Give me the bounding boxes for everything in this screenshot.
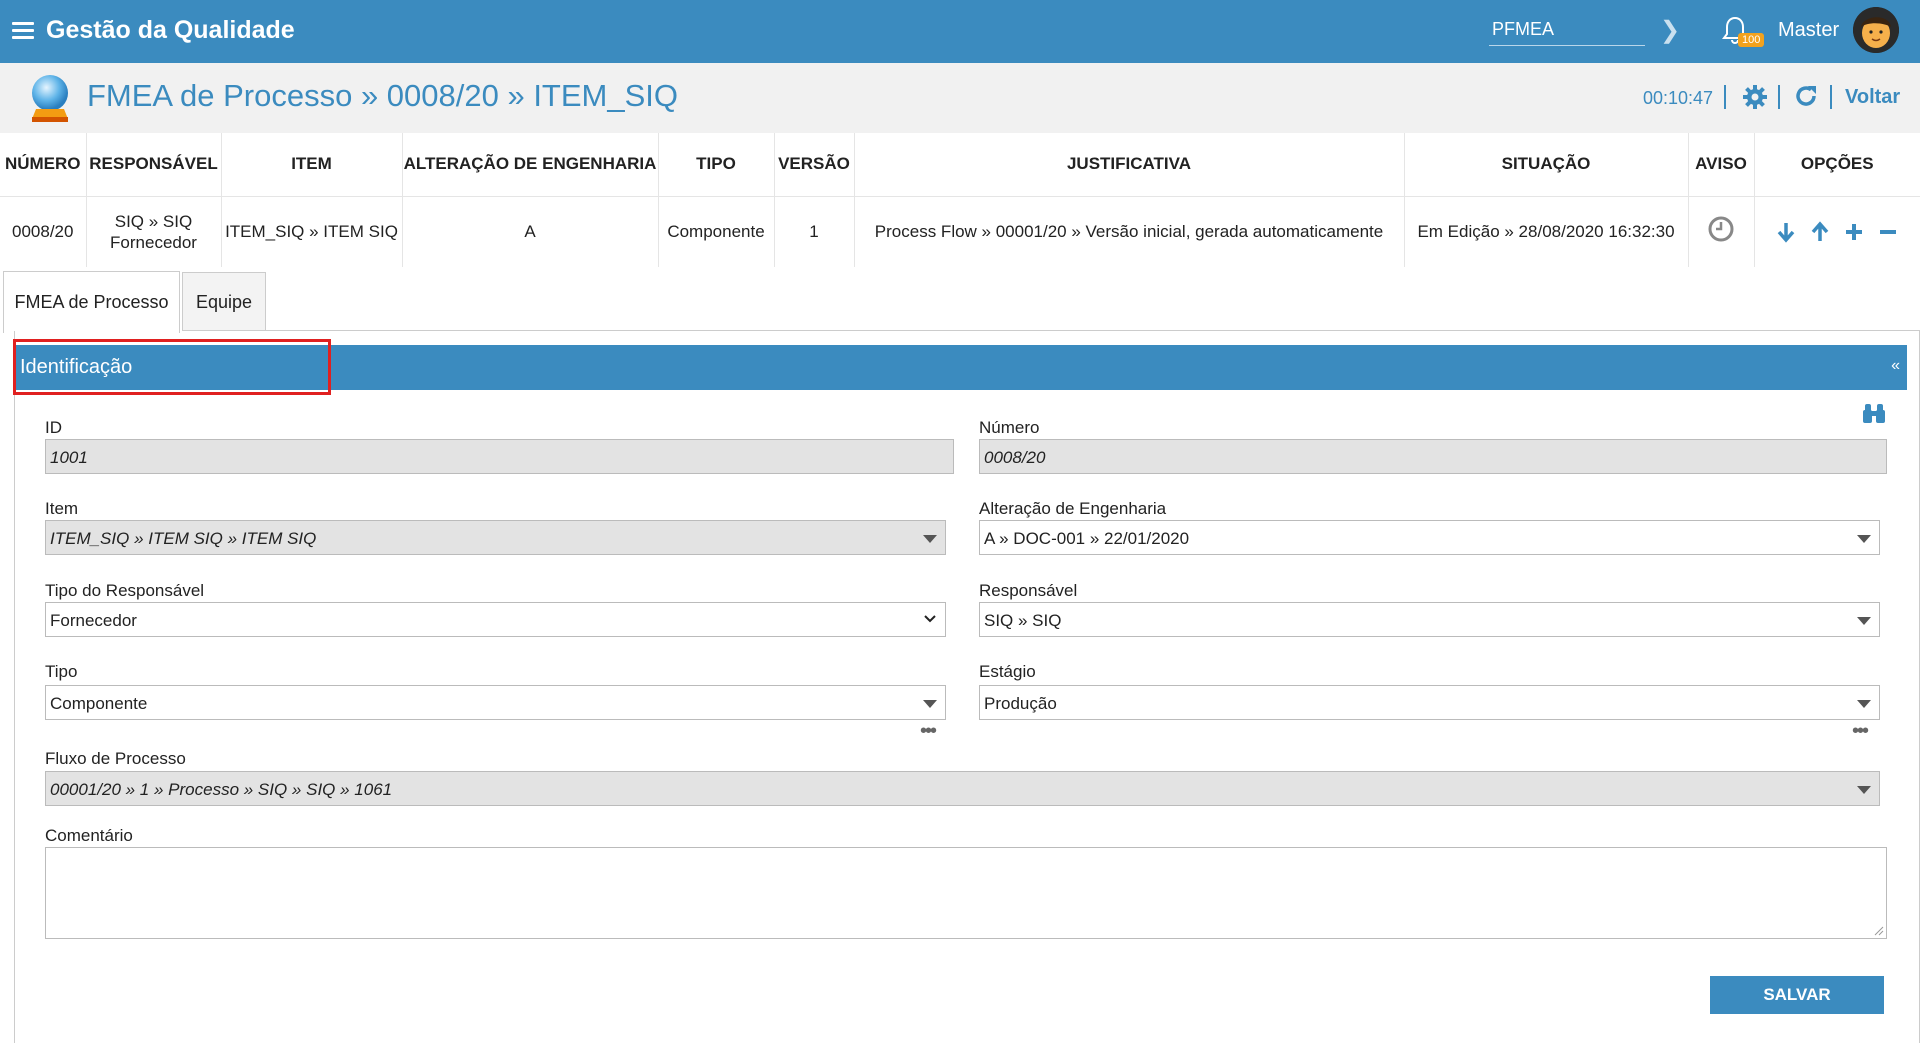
tipo-responsavel-select[interactable]: Fornecedor: [45, 602, 946, 637]
top-bar: Gestão da Qualidade ❯ 100 Master: [0, 0, 1920, 63]
column-header: NÚMERO: [0, 133, 87, 197]
item-select: ITEM_SIQ » ITEM SIQ » ITEM SIQ: [45, 520, 946, 555]
id-field: 1001: [45, 439, 954, 474]
resize-handle-icon[interactable]: [1874, 926, 1884, 936]
column-header: TIPO: [658, 133, 775, 197]
chevron-right-icon[interactable]: ❯: [1660, 16, 1680, 45]
column-header: RESPONSÁVEL: [86, 133, 222, 197]
tipo-value: Componente: [50, 694, 148, 713]
column-header: OPÇÕES: [1754, 133, 1920, 197]
fluxo-select: 00001/20 » 1 » Processo » SIQ » SIQ » 10…: [45, 771, 1880, 806]
clock-icon: [1708, 216, 1734, 242]
comentario-label: Comentário: [45, 826, 133, 845]
divider: [1830, 85, 1832, 109]
column-header: JUSTIFICATIVA: [854, 133, 1405, 197]
column-header: SITUAÇÃO: [1404, 133, 1689, 197]
estagio-value: Produção: [984, 694, 1057, 713]
cell-tipo: Componente: [658, 196, 775, 267]
save-button[interactable]: SALVAR: [1710, 976, 1884, 1014]
page-title: FMEA de Processo » 0008/20 » ITEM_SIQ: [87, 78, 679, 113]
session-timer: 00:10:47: [1643, 88, 1714, 108]
cell-responsavel: SIQ » SIQ Fornecedor: [86, 196, 222, 267]
fluxo-label: Fluxo de Processo: [45, 749, 186, 768]
id-label: ID: [45, 418, 62, 437]
collapse-icon[interactable]: «: [1891, 357, 1900, 375]
tipo-select[interactable]: Componente: [45, 685, 946, 720]
cell-situacao: Em Edição » 28/08/2020 16:32:30: [1404, 196, 1689, 267]
estagio-label: Estágio: [979, 662, 1036, 681]
alteracao-select[interactable]: A » DOC-001 » 22/01/2020: [979, 520, 1880, 555]
cell-numero: 0008/20: [0, 196, 87, 267]
item-value: ITEM_SIQ » ITEM SIQ » ITEM SIQ: [50, 529, 317, 548]
back-link[interactable]: Voltar: [1845, 86, 1900, 109]
caret-down-icon: [1857, 617, 1871, 625]
estagio-select[interactable]: Produção: [979, 685, 1880, 720]
cell-responsavel-name: SIQ » SIQ: [114, 211, 193, 231]
gear-icon[interactable]: [1741, 83, 1769, 111]
more-icon[interactable]: •••: [1852, 721, 1869, 741]
minus-icon[interactable]: [1876, 220, 1900, 244]
divider: [1778, 85, 1780, 109]
notification-badge: 100: [1738, 33, 1765, 47]
chevron-down-icon: [924, 615, 936, 623]
responsavel-label: Responsável: [979, 581, 1078, 600]
column-header: VERSÃO: [774, 133, 855, 197]
summary-table: NÚMERO RESPONSÁVEL ITEM ALTERAÇÃO DE ENG…: [0, 133, 1920, 267]
cell-alteracao: A: [402, 196, 659, 267]
tab-bar: FMEA de Processo Equipe: [0, 268, 1920, 333]
tipo-responsavel-label: Tipo do Responsável: [45, 581, 205, 600]
column-header: ITEM: [221, 133, 403, 197]
numero-field: 0008/20: [979, 439, 1887, 474]
alteracao-label: Alteração de Engenharia: [979, 499, 1167, 518]
caret-down-icon: [1857, 786, 1871, 794]
cell-options: [1754, 196, 1920, 267]
caret-down-icon: [1857, 700, 1871, 708]
avatar[interactable]: [1853, 7, 1899, 53]
arrow-up-icon[interactable]: [1808, 220, 1832, 244]
cell-item: ITEM_SIQ » ITEM SIQ: [221, 196, 403, 267]
app-title: Gestão da Qualidade: [46, 16, 295, 44]
user-name[interactable]: Master: [1778, 19, 1839, 42]
numero-label: Número: [979, 418, 1040, 437]
cell-aviso: [1688, 196, 1755, 267]
column-header: ALTERAÇÃO DE ENGENHARIA: [402, 133, 659, 197]
tipo-label: Tipo: [45, 662, 78, 681]
plus-icon[interactable]: [1842, 220, 1866, 244]
fluxo-value: 00001/20 » 1 » Processo » SIQ » SIQ » 10…: [50, 780, 393, 799]
crystal-ball-icon: [32, 75, 68, 122]
cell-responsavel-type: Fornecedor: [110, 232, 197, 252]
responsavel-value: SIQ » SIQ: [984, 611, 1062, 630]
cell-versao: 1: [774, 196, 855, 267]
cell-justificativa: Process Flow » 00001/20 » Versão inicial…: [854, 196, 1405, 267]
more-icon[interactable]: •••: [920, 721, 937, 741]
alteracao-value: A » DOC-001 » 22/01/2020: [984, 529, 1190, 548]
binoculars-icon[interactable]: [1862, 402, 1886, 424]
table-header-row: NÚMERO RESPONSÁVEL ITEM ALTERAÇÃO DE ENG…: [0, 133, 1920, 197]
comentario-textarea[interactable]: [45, 847, 1887, 939]
column-header: AVISO: [1688, 133, 1755, 197]
responsavel-select[interactable]: SIQ » SIQ: [979, 602, 1880, 637]
table-row: 0008/20 SIQ » SIQ Fornecedor ITEM_SIQ » I…: [0, 196, 1920, 267]
menu-icon[interactable]: [12, 22, 34, 39]
item-label: Item: [45, 499, 79, 518]
arrow-down-icon[interactable]: [1774, 220, 1798, 244]
tipo-responsavel-value: Fornecedor: [50, 611, 137, 630]
caret-down-icon: [923, 535, 937, 543]
page-header: FMEA de Processo » 0008/20 » ITEM_SIQ 00…: [0, 63, 1920, 133]
module-search-input[interactable]: [1489, 14, 1645, 46]
tab-equipe[interactable]: Equipe: [182, 272, 266, 331]
highlight-box: [13, 339, 331, 395]
divider: [1724, 85, 1726, 109]
tab-fmea-processo[interactable]: FMEA de Processo: [3, 271, 180, 333]
caret-down-icon: [1857, 535, 1871, 543]
refresh-icon[interactable]: [1793, 83, 1819, 109]
caret-down-icon: [923, 700, 937, 708]
